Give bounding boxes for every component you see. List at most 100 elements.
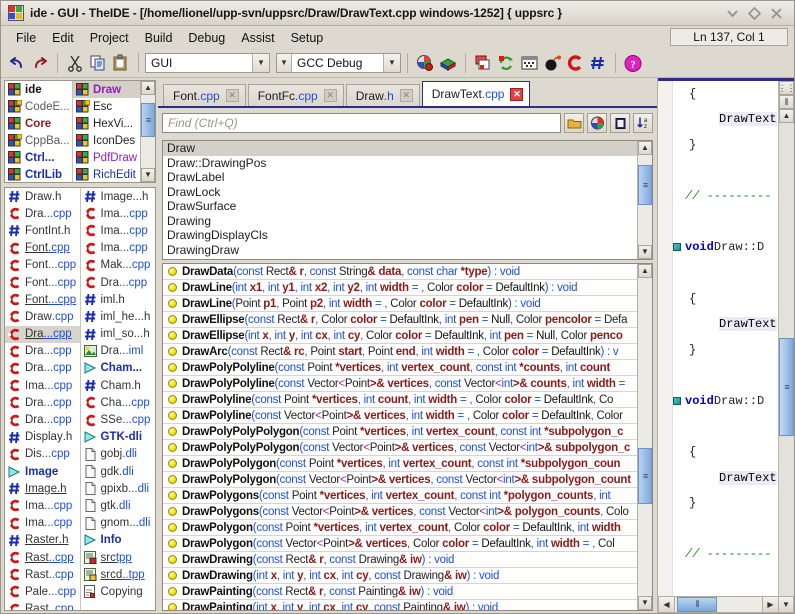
symbol-tree-item[interactable]: DrawingToPdfFnType	[163, 257, 637, 259]
file-item[interactable]: gnom...dli	[81, 515, 156, 532]
menu-edit[interactable]: Edit	[44, 29, 82, 47]
hscroll-track[interactable]: ⦀	[675, 597, 762, 612]
file-item[interactable]: Rast..cpp	[5, 566, 80, 583]
function-list-item[interactable]: DrawPolygons(const Vector<Point>& vertic…	[163, 504, 637, 520]
menu-project[interactable]: Project	[82, 29, 137, 47]
search-input[interactable]: Find (Ctrl+Q)	[162, 113, 561, 133]
symbol-tree-item[interactable]: DrawingDraw	[163, 243, 637, 258]
file-item[interactable]: gobj.dli	[81, 446, 156, 463]
editor-line[interactable]	[673, 209, 778, 235]
file-item[interactable]: Cham.h	[81, 377, 156, 394]
stop-icon[interactable]	[564, 52, 586, 74]
file-item[interactable]: Draw.cpp	[5, 308, 80, 325]
chevron-down-icon-2[interactable]: ▼	[383, 54, 400, 72]
file-item[interactable]: Ima...cpp	[81, 240, 156, 257]
close-icon[interactable]: ✕	[226, 89, 239, 102]
scroll-thumb[interactable]: ≡	[638, 165, 652, 205]
file-item[interactable]: Copying	[81, 583, 156, 600]
refresh-icon[interactable]	[495, 52, 517, 74]
page-icon[interactable]	[610, 113, 630, 133]
file-item[interactable]: Dra...cpp	[5, 411, 80, 428]
function-list-item[interactable]: DrawLine(int x1, int y1, int x2, int y2,…	[163, 280, 637, 296]
editor-line[interactable]: {	[673, 439, 778, 465]
editor-line[interactable]: {	[673, 286, 778, 312]
function-list-item[interactable]: DrawPainting(const Rect& r, const Painti…	[163, 584, 637, 600]
package-item[interactable]: CtrlLib	[5, 166, 72, 183]
file-item[interactable]: Font...cpp	[5, 257, 80, 274]
close-icon[interactable]: ✕	[324, 89, 337, 102]
file-item[interactable]: srcd..tpp	[81, 566, 156, 583]
symbol-tree-scrollbar[interactable]: ▲ ≡ ▼	[637, 141, 652, 259]
file-item[interactable]: Dra...cpp	[5, 360, 80, 377]
file-item[interactable]: Display.h	[5, 429, 80, 446]
hash-icon[interactable]	[587, 52, 609, 74]
scroll-thumb[interactable]: ≡	[779, 338, 794, 436]
code-fold-icon[interactable]	[673, 243, 681, 251]
file-item[interactable]: Mak...cpp	[81, 257, 156, 274]
editor-line[interactable]	[673, 363, 778, 389]
symbol-tree-item[interactable]: DrawingDisplayCls	[163, 228, 637, 243]
redo-icon[interactable]	[29, 52, 51, 74]
file-item[interactable]: Dra...cpp	[5, 205, 80, 222]
file-item[interactable]: Dra...cpp	[81, 274, 156, 291]
file-item[interactable]: Image...h	[81, 188, 156, 205]
package-item[interactable]: CodeE...	[5, 98, 72, 115]
file-item[interactable]: gpixb...dli	[81, 480, 156, 497]
scroll-track[interactable]: ≡	[638, 278, 652, 596]
file-item[interactable]: iml_so...h	[81, 326, 156, 343]
package-item[interactable]: ide	[5, 81, 72, 98]
scroll-thumb[interactable]: ≡	[638, 448, 652, 504]
editor-hscrollbar[interactable]: ◀ ⦀ ▶	[658, 596, 779, 613]
editor-tab[interactable]: FontFc.cpp✕	[248, 84, 344, 106]
file-item[interactable]: Rast..cpp	[5, 549, 80, 566]
function-list-item[interactable]: DrawDrawing(int x, int y, int cx, int cy…	[163, 568, 637, 584]
debug-layout-icon[interactable]	[518, 52, 540, 74]
package-item[interactable]: Draw	[73, 81, 140, 98]
file-item[interactable]: Font...cpp	[5, 274, 80, 291]
function-list-item[interactable]: DrawPolyPolyPolygon(const Vector<Point>&…	[163, 440, 637, 456]
function-list-item[interactable]: DrawLine(Point p1, Point p2, int width =…	[163, 296, 637, 312]
scroll-right-arrow[interactable]: ▶	[762, 597, 778, 612]
file-item[interactable]: Image	[5, 463, 80, 480]
minimize-icon[interactable]	[725, 6, 740, 21]
function-list-item[interactable]: DrawPolyPolygon(const Point *vertices, i…	[163, 456, 637, 472]
file-item[interactable]: Image.h	[5, 480, 80, 497]
palette-icon[interactable]	[587, 113, 607, 133]
symbol-tree-item[interactable]: Draw::DrawingPos	[163, 156, 637, 171]
function-list-item[interactable]: DrawPolygon(const Point *vertices, int v…	[163, 520, 637, 536]
scroll-thumb[interactable]: ≡	[141, 103, 155, 137]
file-item[interactable]: iml.h	[81, 291, 156, 308]
menu-assist[interactable]: Assist	[233, 29, 282, 47]
scroll-down-arrow[interactable]: ▼	[141, 168, 155, 182]
editor-line[interactable]	[673, 516, 778, 542]
build-mode-combo[interactable]: ▼ GCC Debug ▼	[276, 53, 401, 73]
symbol-tree-item[interactable]: DrawLabel	[163, 170, 637, 185]
maximize-icon[interactable]	[747, 6, 762, 21]
editor-line[interactable]: void Draw::D	[673, 235, 778, 261]
scroll-up-arrow[interactable]: ▲	[638, 264, 652, 278]
scroll-left-arrow[interactable]: ◀	[659, 597, 675, 612]
file-item[interactable]: FontInt.h	[5, 222, 80, 239]
scroll-up-arrow[interactable]: ▲	[638, 141, 652, 155]
editor-line[interactable]: void Draw::D	[673, 593, 778, 596]
symbol-tree-item[interactable]: DrawSurface	[163, 199, 637, 214]
editor-tab[interactable]: DrawText.cpp✕	[422, 81, 531, 106]
function-list-item[interactable]: DrawArc(const Rect& rc, Point start, Poi…	[163, 344, 637, 360]
chevron-down-icon[interactable]: ▼	[252, 54, 269, 72]
file-item[interactable]: Ima...cpp	[81, 222, 156, 239]
menu-build[interactable]: Build	[137, 29, 181, 47]
function-list-item[interactable]: DrawPolygons(const Point *vertices, int …	[163, 488, 637, 504]
package-list-scrollbar[interactable]: ▲ ≡ ▼	[140, 81, 155, 182]
file-item[interactable]: Font.cpp	[5, 240, 80, 257]
symbol-tree-item[interactable]: DrawLock	[163, 185, 637, 200]
function-list-item[interactable]: DrawPolyPolyPolygon(const Point *vertice…	[163, 424, 637, 440]
symbol-tree-item[interactable]: Draw	[163, 141, 637, 156]
menu-debug[interactable]: Debug	[180, 29, 233, 47]
function-list-scrollbar[interactable]: ▲ ≡ ▼	[637, 264, 652, 610]
editor-line[interactable]: DrawText	[673, 107, 778, 133]
file-item[interactable]: Pale...cpp	[5, 583, 80, 600]
cut-icon[interactable]	[64, 52, 86, 74]
editor-text[interactable]: {DrawText} // --------- void Draw::D {Dr…	[673, 81, 778, 596]
help-icon[interactable]: ?	[622, 52, 644, 74]
file-item[interactable]: Dra...cpp	[5, 343, 80, 360]
